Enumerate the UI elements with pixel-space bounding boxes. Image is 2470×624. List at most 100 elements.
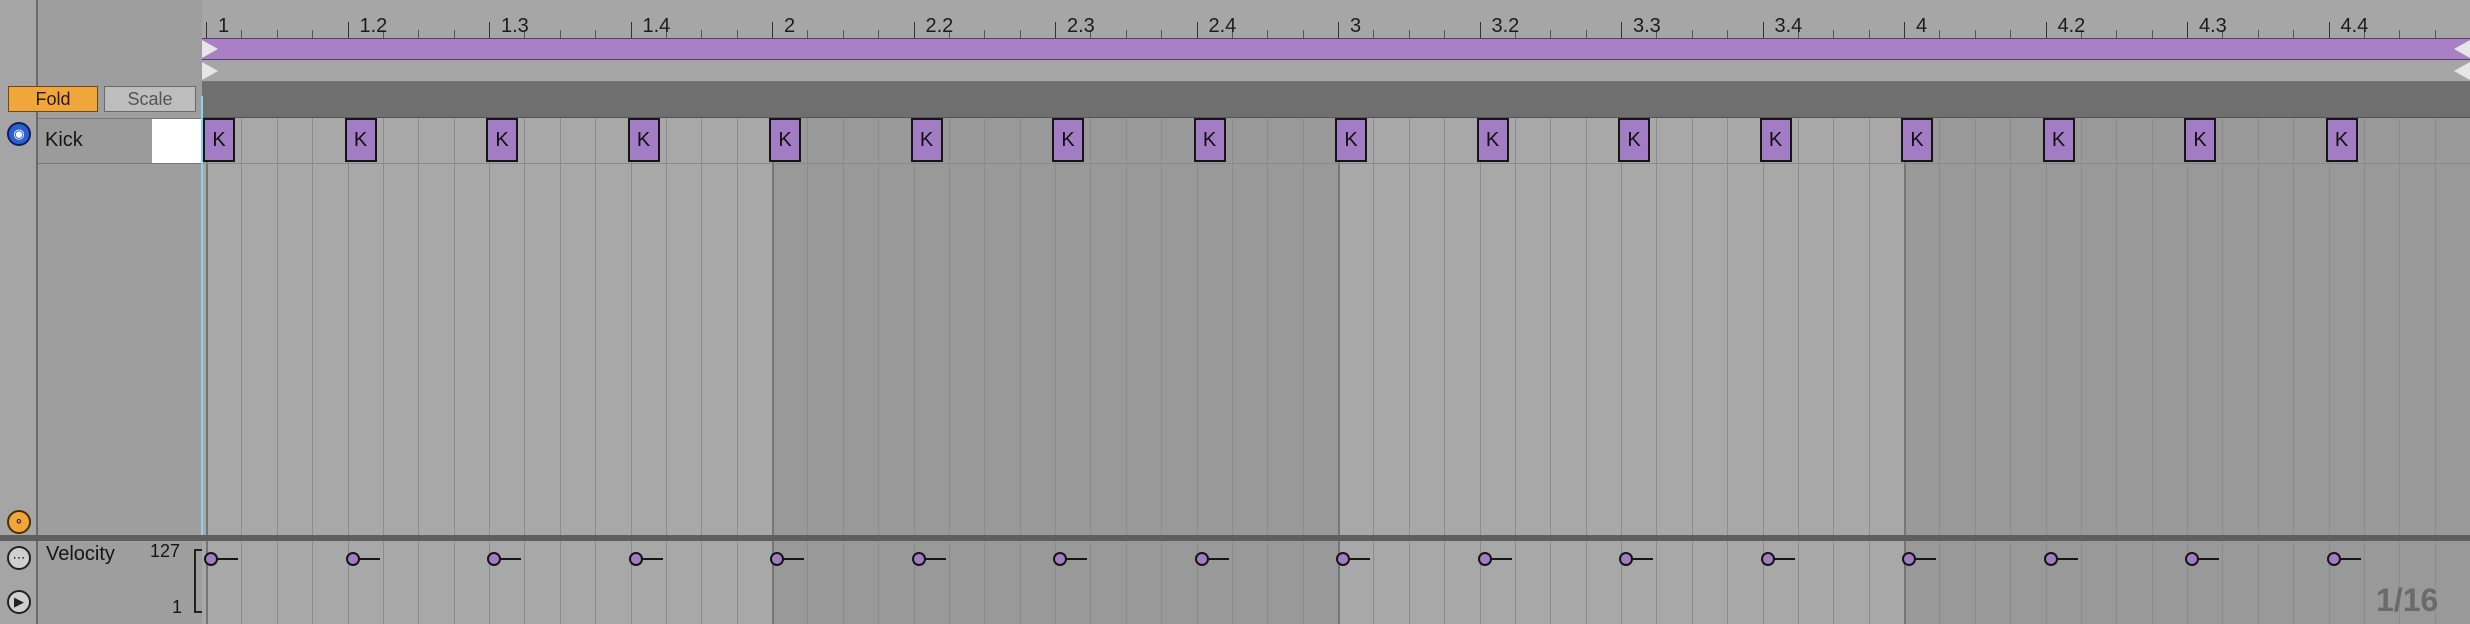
midi-note[interactable]: K <box>486 118 518 162</box>
midi-note[interactable]: K <box>1476 118 1509 162</box>
velocity-lane[interactable] <box>202 541 2470 624</box>
grid-line <box>489 118 490 535</box>
grid-line <box>1656 541 1658 624</box>
ruler-subtick <box>2399 30 2401 38</box>
velocity-marker[interactable] <box>911 552 926 566</box>
loop-brace[interactable] <box>202 38 2470 60</box>
ruler-subtick <box>736 30 738 38</box>
velocity-marker[interactable] <box>2185 552 2199 566</box>
midi-note[interactable]: K <box>769 118 801 162</box>
loop-start-handle[interactable] <box>202 40 218 58</box>
velocity-stem <box>1065 558 1087 560</box>
velocity-marker[interactable] <box>487 552 501 566</box>
velocity-marker[interactable] <box>1902 552 1916 566</box>
midi-note[interactable]: K <box>2184 118 2216 162</box>
grid-line <box>418 118 420 535</box>
track-color-swatch[interactable] <box>152 119 202 163</box>
grid-line <box>382 541 384 624</box>
grid-line <box>2045 118 2047 535</box>
grid-line <box>1267 541 1269 624</box>
grid-line <box>1833 541 1835 624</box>
velocity-stem <box>2338 558 2361 560</box>
velocity-marker[interactable] <box>2043 552 2058 566</box>
ruler-subtick <box>878 30 880 38</box>
marker-row[interactable] <box>202 60 2470 82</box>
velocity-marker[interactable] <box>1336 552 1350 566</box>
grid-line <box>2080 118 2082 535</box>
midi-note[interactable]: K <box>1901 118 1933 162</box>
velocity-stem <box>923 558 946 560</box>
grid-line <box>595 541 597 624</box>
ruler-subtick <box>1939 30 1941 38</box>
velocity-marker[interactable] <box>2326 552 2341 566</box>
midi-note[interactable]: K <box>1193 118 1226 162</box>
fold-button[interactable]: Fold <box>8 86 98 112</box>
grid-line <box>382 118 384 535</box>
ruler-subtick <box>2010 30 2012 38</box>
midi-note[interactable]: K <box>1052 118 1084 162</box>
headphones-icon[interactable]: ◉ <box>7 122 31 146</box>
play-icon[interactable]: ▶ <box>7 590 31 614</box>
grid-line <box>1161 541 1163 624</box>
velocity-marker[interactable] <box>345 552 360 566</box>
ruler-subtick <box>559 30 561 38</box>
grid-line <box>1019 541 1021 624</box>
grid-line <box>1939 118 1941 535</box>
grid-line <box>2363 541 2365 624</box>
grid-line <box>1125 118 1127 535</box>
grid-line <box>1479 118 1481 535</box>
velocity-stem <box>1631 558 1653 560</box>
midi-note[interactable]: K <box>203 118 235 162</box>
grid-line <box>1868 541 1870 624</box>
midi-note[interactable]: K <box>1759 118 1792 162</box>
key-icon[interactable]: ⚬ <box>7 510 31 534</box>
grid-line <box>736 118 738 535</box>
ruler-subtick <box>1267 30 1269 38</box>
ruler-tick <box>206 22 207 38</box>
ruler-tick <box>347 22 349 38</box>
loop-end-handle[interactable] <box>2454 40 2470 58</box>
grid-line <box>1762 118 1764 535</box>
grid-line <box>807 118 809 535</box>
velocity-marker[interactable] <box>1760 552 1775 566</box>
end-marker-handle[interactable] <box>2454 62 2470 80</box>
velocity-marker[interactable] <box>1619 552 1633 566</box>
velocity-marker[interactable] <box>770 552 784 566</box>
grid-line <box>1550 118 1552 535</box>
grid-line <box>1797 118 1799 535</box>
grid-line <box>2363 118 2365 535</box>
midi-note[interactable]: K <box>1618 118 1650 162</box>
velocity-stem <box>1206 558 1229 560</box>
ruler-tick <box>1055 22 1056 38</box>
grid-line <box>2010 541 2012 624</box>
midi-note[interactable]: K <box>2042 118 2075 162</box>
ruler-subtick <box>1161 30 1163 38</box>
scale-button[interactable]: Scale <box>104 86 196 112</box>
velocity-marker[interactable] <box>204 552 218 566</box>
grid-line <box>2293 541 2295 624</box>
velocity-marker[interactable] <box>1053 552 1067 566</box>
velocity-marker[interactable] <box>628 552 643 566</box>
beat-ruler[interactable]: 1 1.2 1.3 1.4 2 2.2 2.3 2.4 3 3.2 3.3 3.4 4 4.2 4.3 4.4 <box>202 0 2470 39</box>
midi-note[interactable]: K <box>1335 118 1367 162</box>
start-marker-handle[interactable] <box>202 62 218 80</box>
velocity-marker[interactable] <box>1477 552 1492 566</box>
ruler-tick <box>630 22 632 38</box>
ruler-tick <box>489 22 490 38</box>
more-dots-icon[interactable]: ⋯ <box>7 546 31 570</box>
midi-note[interactable]: K <box>910 118 943 162</box>
ruler-label: 1.4 <box>642 15 671 37</box>
midi-note[interactable]: K <box>2325 118 2358 162</box>
ruler-label: 2 <box>784 15 796 37</box>
velocity-marker[interactable] <box>1194 552 1209 566</box>
note-grid[interactable]: 1 1.2 1.3 1.4 2 2.2 2.3 2.4 3 3.2 3.3 3.4 4 4.2 4.3 4.4… <box>202 0 2470 535</box>
grid-line <box>1691 541 1693 624</box>
grid-line <box>276 118 278 535</box>
ruler-label: 3.2 <box>1491 15 1520 37</box>
grid-line <box>701 118 703 535</box>
midi-note[interactable]: K <box>627 118 660 162</box>
grid-line <box>1196 118 1198 535</box>
velocity-stem <box>2197 558 2219 560</box>
ruler-label: 4.4 <box>2340 15 2369 37</box>
midi-note[interactable]: K <box>344 118 377 162</box>
